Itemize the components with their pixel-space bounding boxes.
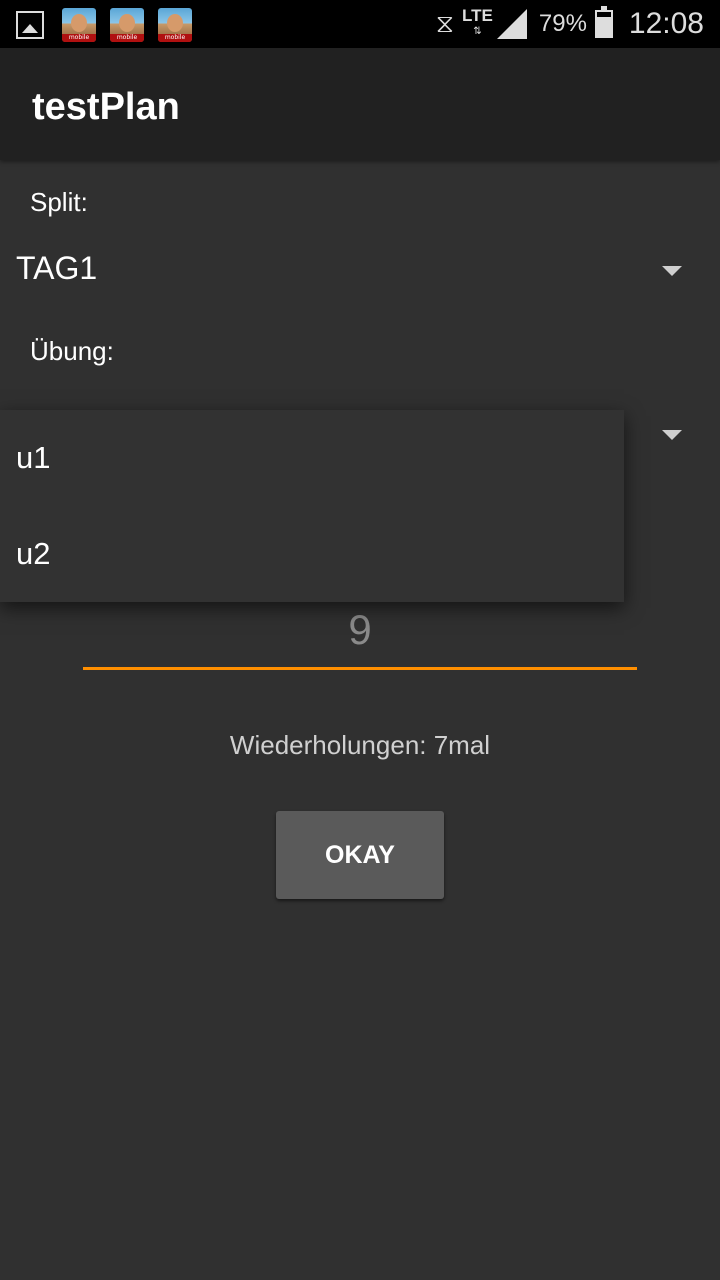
vibrate-mute-icon: ⧖ xyxy=(435,8,455,39)
split-label: Split: xyxy=(30,187,88,217)
exercise-dropdown-popup: u1 u2 xyxy=(0,410,624,602)
exercise-label: Übung: xyxy=(30,336,114,366)
battery-percent: 79% xyxy=(538,10,587,37)
app-notification-icon: mobile xyxy=(62,8,96,42)
split-spinner-value: TAG1 xyxy=(16,250,98,286)
dropdown-option-u1[interactable]: u1 xyxy=(0,410,624,506)
battery-icon xyxy=(594,6,613,38)
lte-icon: LTE ⇅ xyxy=(462,6,493,37)
signal-icon xyxy=(496,9,527,39)
okay-button[interactable]: OKAY xyxy=(276,811,444,899)
clock: 12:08 xyxy=(628,7,704,40)
app-notification-icon: mobile xyxy=(110,8,144,42)
dropdown-arrow-icon xyxy=(662,430,682,440)
dropdown-option-label: u1 xyxy=(16,440,51,475)
dropdown-option-u2[interactable]: u2 xyxy=(0,506,624,602)
app-bar: testPlan xyxy=(0,48,720,160)
repetitions-text: Wiederholungen: 7mal xyxy=(229,730,491,760)
split-spinner[interactable]: TAG1 xyxy=(0,230,720,310)
status-bar: mobile mobile mobile ⧖ LTE ⇅ 79% 12:08 xyxy=(0,0,720,48)
dropdown-arrow-icon xyxy=(662,266,682,276)
dropdown-option-label: u2 xyxy=(16,536,51,571)
input-underline xyxy=(83,667,637,670)
app-title: testPlan xyxy=(32,86,180,128)
app-notification-icon: mobile xyxy=(158,8,192,42)
number-input-value: 9 xyxy=(348,606,372,653)
gallery-icon xyxy=(16,11,44,39)
number-input[interactable]: 9 xyxy=(83,600,637,670)
